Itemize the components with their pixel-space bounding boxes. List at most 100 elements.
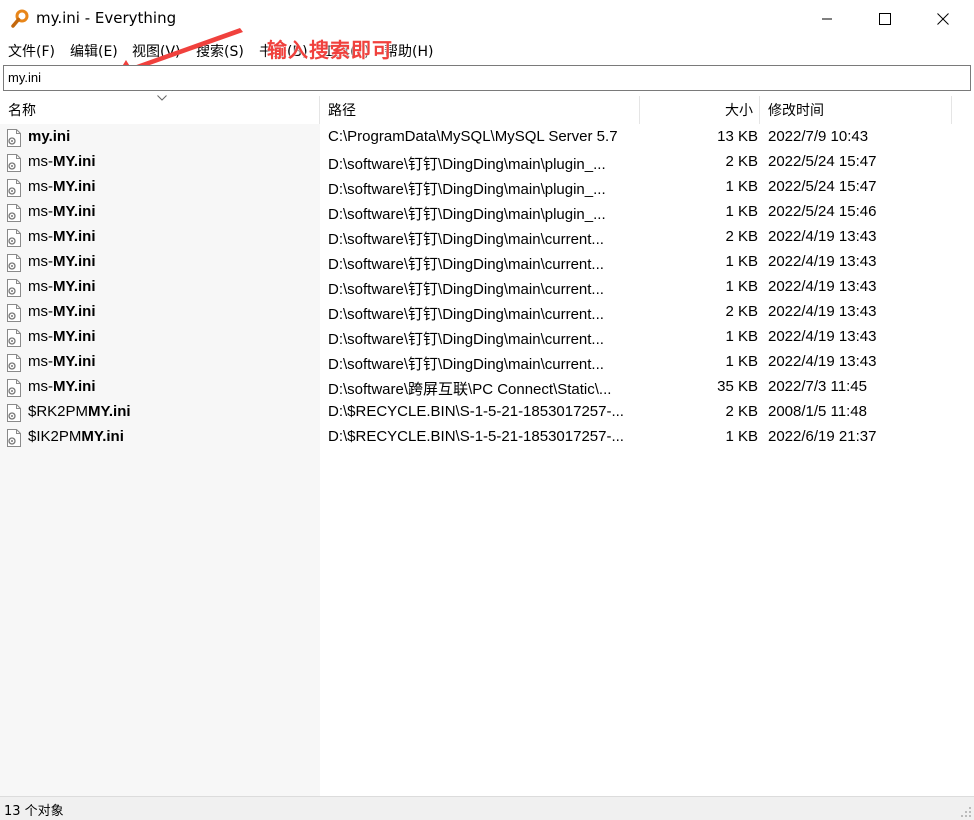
table-row[interactable]: ms-MY.ini D:\software\钉钉\DingDing\main\pl… — [0, 175, 974, 200]
table-row[interactable]: ms-MY.ini D:\software\钉钉\DingDing\main\cu… — [0, 300, 974, 325]
file-path: D:\software\钉钉\DingDing\main\plugin_... — [328, 181, 606, 198]
table-row[interactable]: ms-MY.ini D:\software\钉钉\DingDing\main\cu… — [0, 325, 974, 350]
file-name-match: MY.ini — [53, 153, 96, 170]
file-size: 2 KB — [725, 153, 758, 170]
table-row[interactable]: $IK2PMMY.ini D:\$RECYCLE.BIN\S-1-5-21-185… — [0, 425, 974, 450]
table-row[interactable]: ms-MY.ini D:\software\钉钉\DingDing\main\cu… — [0, 275, 974, 300]
file-path: D:\software\钉钉\DingDing\main\plugin_... — [328, 206, 606, 223]
file-size: 1 KB — [725, 328, 758, 345]
table-row[interactable]: ms-MY.ini D:\software\钉钉\DingDing\main\cu… — [0, 350, 974, 375]
file-modified: 2008/1/5 11:48 — [768, 403, 867, 420]
file-name-prefix: ms- — [28, 178, 53, 195]
ini-file-icon — [6, 404, 22, 422]
search-value: my.ini — [8, 70, 41, 85]
file-name-match: MY.ini — [53, 353, 96, 370]
file-name-match: MY.ini — [53, 203, 96, 220]
file-name-match: MY.ini — [53, 278, 96, 295]
file-path: D:\software\钉钉\DingDing\main\current... — [328, 306, 604, 323]
table-row[interactable]: ms-MY.ini D:\software\钉钉\DingDing\main\pl… — [0, 150, 974, 175]
file-name-match: MY.ini — [53, 178, 96, 195]
close-button[interactable] — [914, 0, 972, 38]
magnifier-key-icon — [10, 9, 30, 29]
file-name-prefix: ms- — [28, 328, 53, 345]
table-row[interactable]: $RK2PMMY.ini D:\$RECYCLE.BIN\S-1-5-21-185… — [0, 400, 974, 425]
file-name: ms-MY.ini — [28, 178, 96, 195]
file-modified: 2022/4/19 13:43 — [768, 228, 877, 245]
file-size: 35 KB — [717, 378, 758, 395]
file-name: ms-MY.ini — [28, 278, 96, 295]
file-name-match: MY.ini — [53, 253, 96, 270]
file-name: ms-MY.ini — [28, 303, 96, 320]
file-name: ms-MY.ini — [28, 203, 96, 220]
file-name: my.ini — [28, 128, 70, 145]
file-name-prefix: ms- — [28, 153, 53, 170]
minimize-button[interactable] — [798, 0, 856, 38]
file-size: 2 KB — [725, 303, 758, 320]
file-name-prefix: $RK2PM — [28, 403, 89, 420]
column-size[interactable]: 大小 — [640, 96, 760, 124]
column-name[interactable]: 名称 — [0, 95, 320, 124]
file-name-prefix: ms- — [28, 353, 53, 370]
menu-file[interactable]: 文件(F) — [8, 41, 55, 61]
file-name: $IK2PMMY.ini — [28, 428, 124, 445]
minimize-icon — [822, 18, 832, 20]
file-name-match: MY.ini — [53, 303, 96, 320]
column-path-label: 路径 — [328, 103, 356, 119]
file-name-match: MY.ini — [53, 328, 96, 345]
file-name: $RK2PMMY.ini — [28, 403, 131, 420]
table-row[interactable]: ms-MY.ini D:\software\钉钉\DingDing\main\pl… — [0, 200, 974, 225]
ini-file-icon — [6, 279, 22, 297]
file-name: ms-MY.ini — [28, 153, 96, 170]
file-name-match: MY.ini — [53, 378, 96, 395]
file-size: 1 KB — [725, 203, 758, 220]
file-modified: 2022/6/19 21:37 — [768, 428, 877, 445]
column-header: 名称 路径 大小 修改时间 — [0, 95, 974, 124]
table-row[interactable]: my.ini C:\ProgramData\MySQL\MySQL Server … — [0, 125, 974, 150]
search-input[interactable]: my.ini — [3, 65, 971, 91]
annotation-label: 输入搜索即可 — [267, 38, 393, 62]
file-modified: 2022/5/24 15:47 — [768, 153, 877, 170]
table-row[interactable]: ms-MY.ini D:\software\钉钉\DingDing\main\cu… — [0, 225, 974, 250]
ini-file-icon — [6, 304, 22, 322]
status-text: 13 个对象 — [4, 804, 64, 819]
file-modified: 2022/4/19 13:43 — [768, 328, 877, 345]
file-name: ms-MY.ini — [28, 253, 96, 270]
ini-file-icon — [6, 429, 22, 447]
ini-file-icon — [6, 229, 22, 247]
file-modified: 2022/7/9 10:43 — [768, 128, 869, 145]
ini-file-icon — [6, 129, 22, 147]
ini-file-icon — [6, 329, 22, 347]
resize-grip-icon[interactable] — [960, 806, 972, 818]
file-modified: 2022/4/19 13:43 — [768, 278, 877, 295]
file-size: 2 KB — [725, 228, 758, 245]
column-size-label: 大小 — [725, 103, 753, 119]
file-path: D:\software\钉钉\DingDing\main\plugin_... — [328, 156, 606, 173]
file-name-match: MY.ini — [53, 228, 96, 245]
file-modified: 2022/5/24 15:46 — [768, 203, 877, 220]
file-name-prefix: ms- — [28, 278, 53, 295]
file-size: 1 KB — [725, 178, 758, 195]
file-path: D:\software\钉钉\DingDing\main\current... — [328, 281, 604, 298]
file-name-prefix: ms- — [28, 203, 53, 220]
column-modified-label: 修改时间 — [768, 103, 824, 119]
file-name-match: MY.ini — [81, 428, 124, 445]
table-row[interactable]: ms-MY.ini D:\software\钉钉\DingDing\main\cu… — [0, 250, 974, 275]
file-size: 1 KB — [725, 278, 758, 295]
file-path: D:\software\钉钉\DingDing\main\current... — [328, 356, 604, 373]
file-size: 1 KB — [725, 353, 758, 370]
column-path[interactable]: 路径 — [320, 96, 640, 124]
ini-file-icon — [6, 154, 22, 172]
file-name-prefix: $IK2PM — [28, 428, 82, 445]
maximize-button[interactable] — [856, 0, 914, 38]
file-modified: 2022/4/19 13:43 — [768, 303, 877, 320]
column-modified[interactable]: 修改时间 — [760, 96, 952, 124]
ini-file-icon — [6, 179, 22, 197]
file-name: ms-MY.ini — [28, 328, 96, 345]
file-path: C:\ProgramData\MySQL\MySQL Server 5.7 — [328, 128, 618, 145]
file-name-match: MY.ini — [88, 403, 131, 420]
table-row[interactable]: ms-MY.ini D:\software\跨屏互联\PC Connect\Sta… — [0, 375, 974, 400]
file-name: ms-MY.ini — [28, 228, 96, 245]
file-name: ms-MY.ini — [28, 353, 96, 370]
file-name: ms-MY.ini — [28, 378, 96, 395]
maximize-icon — [879, 13, 891, 25]
